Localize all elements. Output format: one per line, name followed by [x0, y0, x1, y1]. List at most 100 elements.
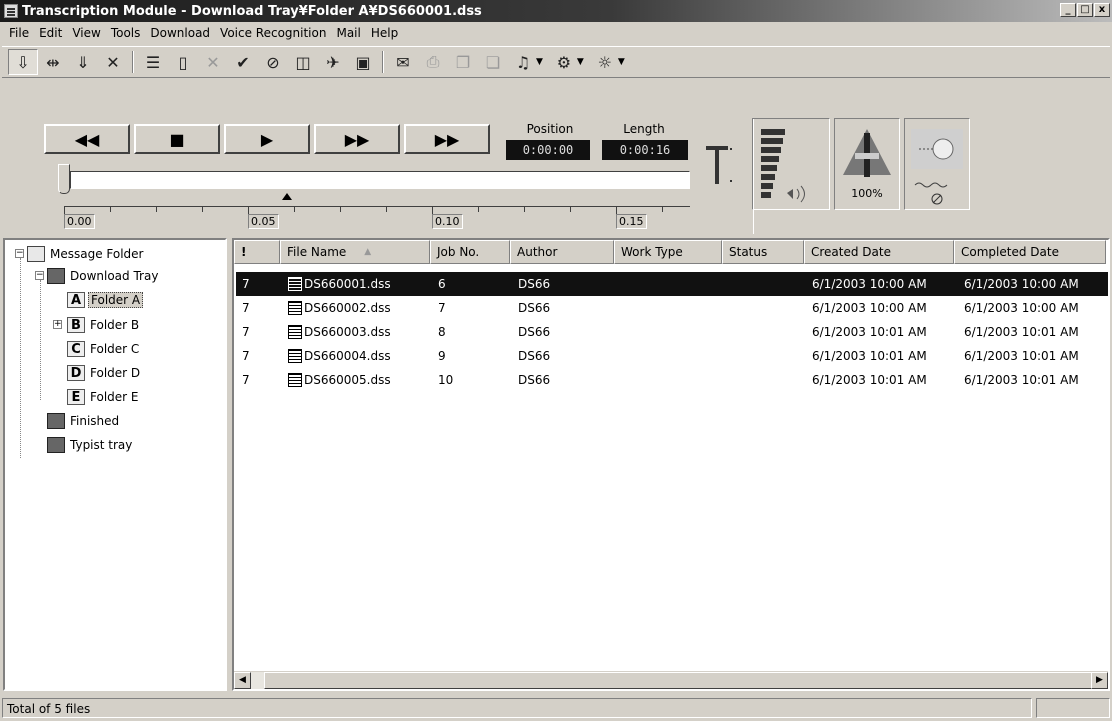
tree-item-download-tray[interactable]: Download Tray	[47, 265, 160, 287]
cancel-button[interactable]: ✕	[198, 49, 228, 75]
print-button[interactable]: ⎙	[418, 49, 448, 75]
paste-button[interactable]: ❏	[478, 49, 508, 75]
menu-download[interactable]: Download	[145, 26, 215, 40]
ruler-label: 0.15	[616, 214, 647, 229]
tree-item-folder-d[interactable]: D Folder D	[67, 362, 142, 384]
delete-button[interactable]: ✕	[98, 49, 128, 75]
finish-button[interactable]: ✔	[228, 49, 258, 75]
tree-expander-root[interactable]: −	[15, 249, 24, 258]
menu-view[interactable]: View	[67, 26, 105, 40]
toolbar-separator	[382, 51, 384, 73]
tree-expander-download[interactable]: −	[35, 271, 44, 280]
index-marker	[282, 193, 292, 200]
column-completed-date[interactable]: Completed Date	[954, 240, 1106, 264]
import-icon: ⇓	[76, 52, 90, 72]
tree-item-folder-a[interactable]: A Folder A	[67, 289, 144, 311]
maximize-button[interactable]: □	[1077, 3, 1093, 17]
horizontal-scrollbar[interactable]: ◀ ▶	[234, 671, 1108, 689]
menu-voice-recognition[interactable]: Voice Recognition	[215, 26, 331, 40]
menu-tools[interactable]: Tools	[106, 26, 146, 40]
no-entry-button[interactable]: ⊘	[258, 49, 288, 75]
voice-dropdown-arrow[interactable]: ▼	[536, 57, 543, 67]
no-entry-icon: ⊘	[266, 52, 280, 72]
playback-slider-track[interactable]	[70, 171, 690, 189]
scrollbar-thumb[interactable]	[264, 672, 1096, 689]
list-icon: ☰	[145, 52, 161, 72]
upload-button[interactable]: ⇩	[8, 49, 38, 75]
column-file-name[interactable]: File Name ▲	[280, 240, 430, 264]
sort-ascending-icon: ▲	[364, 247, 372, 257]
tree-item-finished[interactable]: Finished	[47, 410, 121, 432]
column-created-date[interactable]: Created Date	[804, 240, 954, 264]
mail-button[interactable]: ✉	[388, 49, 418, 75]
tone-control[interactable]	[700, 140, 740, 190]
file-list: ! File Name ▲ Job No. Author Work Type S…	[232, 238, 1110, 691]
table-row[interactable]: 7 DS660004.dss 9 DS66 6/1/2003 10:01 AM …	[236, 344, 1108, 368]
column-priority[interactable]: !	[234, 240, 280, 264]
tree-line	[40, 280, 41, 400]
volume-control[interactable]	[752, 118, 830, 210]
tree-item-message-folder[interactable]: Message Folder	[27, 243, 146, 265]
length-display: 0:00:16	[602, 140, 688, 160]
fast-forward-button[interactable]: ▶▶	[314, 124, 400, 154]
table-row[interactable]: 7 DS660001.dss 6 DS66 6/1/2003 10:00 AM …	[236, 272, 1108, 296]
resize-grip-icon[interactable]	[1036, 698, 1110, 718]
play-button[interactable]: ▶	[224, 124, 310, 154]
tree-item-folder-b[interactable]: B Folder B	[67, 314, 141, 336]
device-dropdown-arrow[interactable]: ▼	[577, 57, 584, 67]
rewind-button[interactable]: ◀◀	[44, 124, 130, 154]
menu-mail[interactable]: Mail	[331, 26, 365, 40]
scroll-right-button[interactable]: ▶	[1091, 672, 1108, 689]
settings-icon: ☼	[597, 52, 613, 72]
tree-item-folder-c[interactable]: C Folder C	[67, 338, 141, 360]
folder-b-icon: B	[67, 317, 85, 333]
column-author[interactable]: Author	[510, 240, 614, 264]
book-button[interactable]: ◫	[288, 49, 318, 75]
cabinet-icon	[27, 246, 45, 262]
column-work-type[interactable]: Work Type	[614, 240, 722, 264]
stop-button[interactable]: ■	[134, 124, 220, 154]
skip-end-button[interactable]: ▶▶	[404, 124, 490, 154]
dss-file-icon	[288, 277, 302, 292]
move-button[interactable]: ⇹	[38, 49, 68, 75]
menu-help[interactable]: Help	[366, 26, 403, 40]
table-row[interactable]: 7 DS660005.dss 10 DS66 6/1/2003 10:01 AM…	[236, 368, 1108, 392]
ruler-tick	[570, 207, 571, 212]
split-button[interactable]: ▯	[168, 49, 198, 75]
dss-file-icon	[288, 325, 302, 340]
column-job-no[interactable]: Job No.	[430, 240, 510, 264]
device-icon: ⚙	[556, 52, 572, 72]
settings-button[interactable]: ☼	[590, 49, 620, 75]
ruler-label: 0.10	[432, 214, 463, 229]
table-row[interactable]: 7 DS660002.dss 7 DS66 6/1/2003 10:00 AM …	[236, 296, 1108, 320]
device-button[interactable]: ⚙	[549, 49, 579, 75]
microphone-icon: ♫	[515, 52, 531, 72]
info-button[interactable]: ▣	[348, 49, 378, 75]
list-header: ! File Name ▲ Job No. Author Work Type S…	[234, 240, 1106, 264]
scroll-left-button[interactable]: ◀	[234, 672, 251, 689]
noise-cancel-control[interactable]	[904, 118, 970, 210]
table-row[interactable]: 7 DS660003.dss 8 DS66 6/1/2003 10:01 AM …	[236, 320, 1108, 344]
send-button[interactable]: ✈	[318, 49, 348, 75]
tree-item-typist-tray[interactable]: Typist tray	[47, 434, 134, 456]
close-button[interactable]: x	[1094, 3, 1110, 17]
menu-edit[interactable]: Edit	[34, 26, 67, 40]
typist-tray-icon	[47, 437, 65, 453]
paste-icon: ❏	[485, 52, 501, 72]
ruler-tick	[524, 207, 525, 212]
copy-button[interactable]: ❐	[448, 49, 478, 75]
ruler-label: 0.05	[248, 214, 279, 229]
tree-item-folder-e[interactable]: E Folder E	[67, 386, 140, 408]
voice-button[interactable]: ♫	[508, 49, 538, 75]
column-status[interactable]: Status	[722, 240, 804, 264]
tree-line	[20, 258, 21, 458]
speed-control[interactable]: 100%	[834, 118, 900, 210]
playback-slider-thumb[interactable]	[58, 164, 70, 194]
minimize-button[interactable]: _	[1060, 3, 1076, 17]
tree-expander-folder-b[interactable]: +	[53, 320, 62, 329]
menu-file[interactable]: File	[4, 26, 34, 40]
import-button[interactable]: ⇓	[68, 49, 98, 75]
properties-button[interactable]: ☰	[138, 49, 168, 75]
menu-bar: File Edit View Tools Download Voice Reco…	[0, 22, 1112, 44]
settings-dropdown-arrow[interactable]: ▼	[618, 57, 625, 67]
